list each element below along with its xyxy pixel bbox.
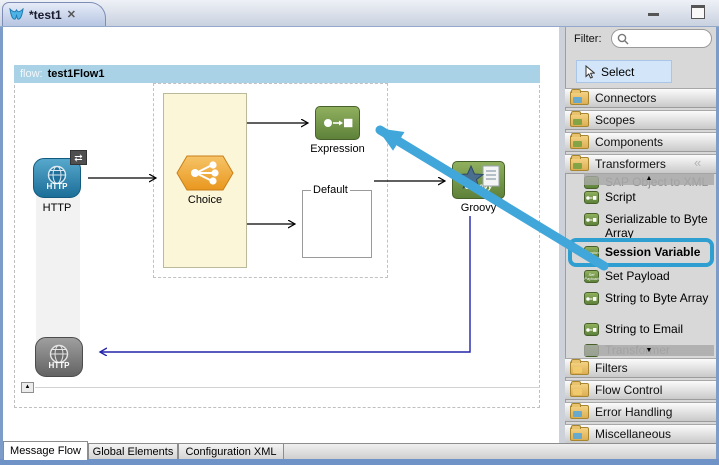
groovy-star-doc-glyph <box>457 165 503 189</box>
palette-item-string-to-email[interactable]: String to Email <box>584 322 716 336</box>
choice-node-label: Choice <box>163 194 247 206</box>
palette-category-error-handling[interactable]: Error Handling <box>565 402 716 422</box>
default-route-label: Default <box>311 184 350 196</box>
tab-label: Message Flow <box>10 445 81 457</box>
session-variable-selection-ring <box>568 238 714 267</box>
palette-category-filters[interactable]: Filters <box>565 358 716 378</box>
category-label: Connectors <box>595 91 656 105</box>
folder-icon <box>570 405 589 419</box>
folder-icon <box>570 91 589 105</box>
palette-filter-input[interactable] <box>611 29 712 48</box>
transformer-icon <box>584 292 599 305</box>
http-response-node[interactable]: HTTP <box>35 337 83 377</box>
item-label: Serializable to Byte Array <box>605 212 716 240</box>
maximize-view-icon[interactable] <box>691 5 705 19</box>
flow-prefix-label: flow: <box>20 68 43 80</box>
palette-item-string-to-byte-array[interactable]: String to Byte Array <box>584 291 716 305</box>
transformer-icon <box>584 191 599 204</box>
palette-category-miscellaneous[interactable]: Miscellaneous <box>565 424 716 444</box>
category-label: Transformers <box>595 157 666 171</box>
http-icon-text: HTTP <box>47 183 68 191</box>
category-label: Components <box>595 135 663 149</box>
folder-icon <box>570 135 589 149</box>
minimize-view-icon[interactable] <box>648 5 659 16</box>
palette-item-serializable-to-byte-array[interactable]: Serializable to Byte Array <box>584 212 716 240</box>
expression-node-label: Expression <box>287 143 388 155</box>
editor-tab-bar <box>0 0 719 27</box>
folder-icon <box>570 157 589 171</box>
palette-pin-icon[interactable]: « <box>694 155 699 170</box>
palette-category-connectors[interactable]: Connectors <box>565 88 716 108</box>
groovy-node-label: Groovy <box>445 202 512 214</box>
category-label: Scopes <box>595 113 635 127</box>
default-route-box[interactable] <box>302 190 372 258</box>
item-label: Set Payload <box>605 269 670 283</box>
tab-title: *test1 <box>29 8 62 22</box>
canvas-collapse-button[interactable]: ▲ <box>21 382 34 393</box>
cursor-icon <box>585 65 595 79</box>
item-label: String to Email <box>605 322 683 336</box>
folder-icon <box>570 383 589 397</box>
select-tool-label: Select <box>601 65 634 79</box>
tab-label: Global Elements <box>93 446 174 458</box>
category-label: Flow Control <box>595 383 662 397</box>
palette-item-script[interactable]: Script <box>584 190 716 204</box>
groovy-component-icon[interactable]: Groovy <box>452 161 505 199</box>
scroll-down-indicator[interactable]: ▼ <box>584 345 714 356</box>
choice-router-icon[interactable] <box>176 155 234 191</box>
item-label: Script <box>605 190 636 204</box>
palette-category-components[interactable]: Components <box>565 132 716 152</box>
mule-studio-window: *test1 ✕ flow: test1Flow1 HTTP ⇄ HTTP <box>0 0 719 465</box>
transformer-icon <box>584 213 599 226</box>
category-label: Filters <box>595 361 628 375</box>
palette-select-tool[interactable]: Select <box>576 60 672 83</box>
scroll-up-indicator[interactable]: ▲ <box>584 173 714 185</box>
canvas-divider-line <box>35 387 540 388</box>
category-label: Error Handling <box>595 405 672 419</box>
set-payload-icon: Set Payload <box>584 270 599 283</box>
flow-name-label: test1Flow1 <box>48 68 105 80</box>
tab-label: Configuration XML <box>185 446 276 458</box>
window-bottom-border <box>0 459 719 465</box>
editor-tab-test1[interactable]: *test1 ✕ <box>2 2 106 26</box>
tab-global-elements[interactable]: Global Elements <box>88 443 178 460</box>
palette-category-scopes[interactable]: Scopes <box>565 110 716 130</box>
search-icon <box>617 33 629 45</box>
http-icon-text: HTTP <box>49 362 70 370</box>
transformer-icon <box>584 323 599 336</box>
expression-transformer-icon[interactable] <box>315 106 360 140</box>
dot-arrow-square-glyph <box>323 116 353 130</box>
palette-item-set-payload[interactable]: Set Payload Set Payload <box>584 269 716 283</box>
mule-icon <box>9 8 24 22</box>
filter-label: Filter: <box>574 33 602 45</box>
tab-configuration-xml[interactable]: Configuration XML <box>178 443 284 460</box>
flow-header[interactable]: flow: test1Flow1 <box>14 65 540 83</box>
folder-icon <box>570 113 589 127</box>
http-node-label: HTTP <box>23 202 91 214</box>
palette-category-flow-control[interactable]: Flow Control <box>565 380 716 400</box>
tab-message-flow[interactable]: Message Flow <box>3 441 88 460</box>
item-label: String to Byte Array <box>605 291 708 305</box>
folder-icon <box>570 427 589 441</box>
category-label: Miscellaneous <box>595 427 671 441</box>
folder-icon <box>570 361 589 375</box>
tab-close-icon[interactable]: ✕ <box>67 10 76 20</box>
exchange-pattern-badge-icon[interactable]: ⇄ <box>70 150 87 165</box>
